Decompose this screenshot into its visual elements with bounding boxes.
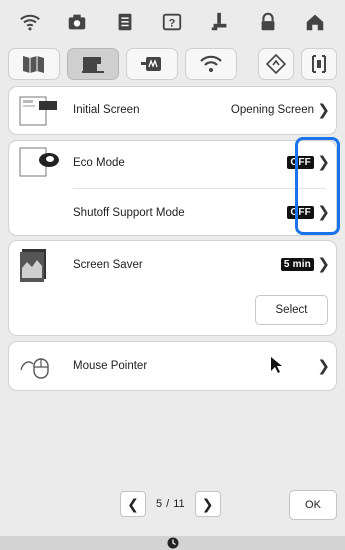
initial-screen-thumbnail xyxy=(19,95,59,132)
top-toolbar: ? xyxy=(0,0,345,44)
pointer-arrow-icon xyxy=(270,356,284,379)
screen-saver-label: Screen Saver xyxy=(73,259,143,271)
tab-sewing-machine[interactable] xyxy=(67,48,119,80)
chevron-right-icon[interactable]: ❯ xyxy=(317,357,330,375)
clock-icon xyxy=(167,537,178,549)
ok-button[interactable]: OK xyxy=(289,490,337,520)
screen-saver-panel: Screen Saver 5 min ❯ Select xyxy=(8,240,337,336)
help-icon[interactable]: ? xyxy=(156,7,188,37)
screen-saver-thumbnail xyxy=(19,248,59,287)
screen-saver-time-badge: 5 min xyxy=(280,258,314,271)
tab-embroidery[interactable] xyxy=(126,48,178,80)
document-icon[interactable] xyxy=(109,7,141,37)
bracket-frame-icon xyxy=(312,55,326,73)
wifi-icon[interactable] xyxy=(14,7,46,37)
initial-screen-label: Initial Screen xyxy=(73,104,140,116)
screen-saver-select-button[interactable]: Select xyxy=(255,295,328,325)
tab-wireless[interactable] xyxy=(185,48,237,80)
eco-mode-label: Eco Mode xyxy=(73,157,125,169)
bottom-status-bar xyxy=(0,536,345,550)
chevron-right-icon: ❯ xyxy=(317,102,330,119)
mouse-pointer-panel[interactable]: Mouse Pointer ❯ xyxy=(8,341,337,391)
power-settings-panel: Eco Mode OFF ❯ Shutoff Support Mode OFF … xyxy=(8,140,337,236)
previous-page-button[interactable]: ❮ xyxy=(120,491,146,517)
row-divider xyxy=(73,188,326,189)
sewing-foot-icon[interactable] xyxy=(204,7,236,37)
wifi-icon xyxy=(200,55,222,72)
chevron-right-icon[interactable]: ❯ xyxy=(317,255,330,273)
page-separator: / xyxy=(166,498,170,510)
diamond-arrow-icon xyxy=(266,54,286,74)
screen-saver-value[interactable]: 5 min xyxy=(280,258,314,271)
mouse-pointer-label: Mouse Pointer xyxy=(73,360,148,372)
camera-icon[interactable] xyxy=(61,7,93,37)
book-icon xyxy=(23,56,44,73)
mouse-icon xyxy=(19,352,59,387)
total-pages: 11 xyxy=(173,498,185,510)
save-settings-button[interactable] xyxy=(258,48,294,80)
next-page-button[interactable]: ❯ xyxy=(194,491,221,517)
shutoff-support-label: Shutoff Support Mode xyxy=(73,207,185,219)
tab-book[interactable] xyxy=(8,48,60,80)
eco-mode-thumbnail xyxy=(19,146,63,183)
initial-screen-value: Opening Screen xyxy=(230,104,314,116)
sewing-machine-icon xyxy=(82,57,104,73)
settings-tabs xyxy=(0,44,345,84)
initial-screen-panel[interactable]: Initial Screen Opening Screen ❯ xyxy=(8,86,337,135)
machine-info-button[interactable] xyxy=(301,48,337,80)
focus-highlight xyxy=(295,137,340,235)
lock-icon[interactable] xyxy=(252,7,284,37)
page-navigator: ❮ 5 / 11 ❯ xyxy=(120,491,221,517)
embroidery-icon xyxy=(141,57,161,71)
svg-text:?: ? xyxy=(169,18,176,30)
home-icon[interactable] xyxy=(299,7,331,37)
current-page: 5 xyxy=(156,498,163,510)
